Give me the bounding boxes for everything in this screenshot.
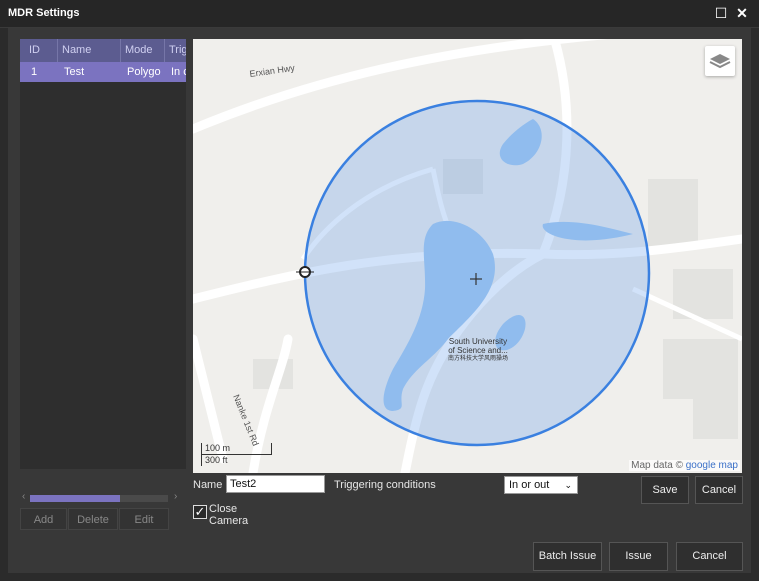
attribution-link[interactable]: google map (686, 460, 738, 471)
mdr-list-panel: ID Name Mode Trig 1 Test Polygo In c (20, 39, 186, 469)
map-view[interactable]: Erxian Hwy Nanke 1st Rd South University… (193, 39, 742, 473)
scroll-left-icon[interactable]: ‹ (22, 491, 25, 502)
delete-button[interactable]: Delete (68, 508, 118, 530)
table-header: ID Name Mode Trig (20, 39, 186, 62)
column-header-id[interactable]: ID (20, 39, 58, 62)
road-label-nanke: Nanke 1st Rd (231, 393, 261, 447)
scale-feet: 300 ft (201, 455, 265, 466)
cell-name: Test (64, 66, 85, 78)
layers-icon (709, 54, 731, 69)
cell-mode: Polygo (127, 66, 161, 78)
title-bar: MDR Settings ☐ ✕ (0, 0, 759, 28)
edit-button[interactable]: Edit (119, 508, 169, 530)
close-icon[interactable]: ✕ (733, 4, 751, 22)
issue-button[interactable]: Issue (609, 542, 668, 571)
close-camera-label: Close Camera (209, 503, 248, 527)
maximize-icon[interactable]: ☐ (712, 4, 730, 22)
map-scale: 100 m 300 ft (201, 443, 272, 466)
scale-meters: 100 m (201, 443, 272, 455)
table-row[interactable]: 1 Test Polygo In c (20, 62, 186, 82)
trigger-value: In or out (509, 479, 550, 491)
trigger-label: Triggering conditions (334, 479, 436, 491)
column-header-trigger[interactable]: Trig (165, 39, 186, 62)
attribution-text: Map data © (631, 460, 683, 471)
campus-label-line1: South University (448, 337, 508, 346)
close-camera-checkbox[interactable]: ✓ (193, 505, 207, 519)
cancel-button-bottom[interactable]: Cancel (676, 542, 743, 571)
cell-trigger: In c (171, 66, 186, 78)
window-title: MDR Settings (8, 7, 80, 19)
save-button[interactable]: Save (641, 476, 689, 504)
geofence-circle[interactable] (303, 99, 651, 447)
campus-label: South University of Science and... 南方科技大… (448, 337, 508, 364)
map-attribution: Map data © google map (629, 460, 740, 471)
add-button[interactable]: Add (20, 508, 67, 530)
layers-button[interactable] (705, 46, 735, 76)
close-camera-label-line2: Camera (209, 515, 249, 527)
road-label-erxian: Erxian Hwy (249, 63, 296, 79)
map-canvas: Erxian Hwy Nanke 1st Rd (193, 39, 742, 473)
campus-label-line2: of Science and... (448, 346, 508, 355)
name-input[interactable] (226, 475, 325, 493)
column-header-name[interactable]: Name (58, 39, 121, 62)
campus-label-line3: 南方科技大学风雨操场 (448, 356, 509, 362)
column-header-mode[interactable]: Mode (121, 39, 165, 62)
close-camera-label-line1: Close (209, 503, 238, 515)
batch-issue-button[interactable]: Batch Issue (533, 542, 602, 571)
name-label: Name (193, 479, 223, 491)
trigger-select[interactable]: In or out ⌄ (504, 476, 578, 494)
cell-id: 1 (31, 66, 38, 78)
scroll-right-icon[interactable]: › (174, 491, 177, 502)
chevron-down-icon: ⌄ (564, 480, 572, 490)
horizontal-scrollbar[interactable]: ‹ › (20, 491, 180, 504)
scroll-thumb[interactable] (30, 495, 120, 502)
cancel-button-top[interactable]: Cancel (695, 476, 743, 504)
